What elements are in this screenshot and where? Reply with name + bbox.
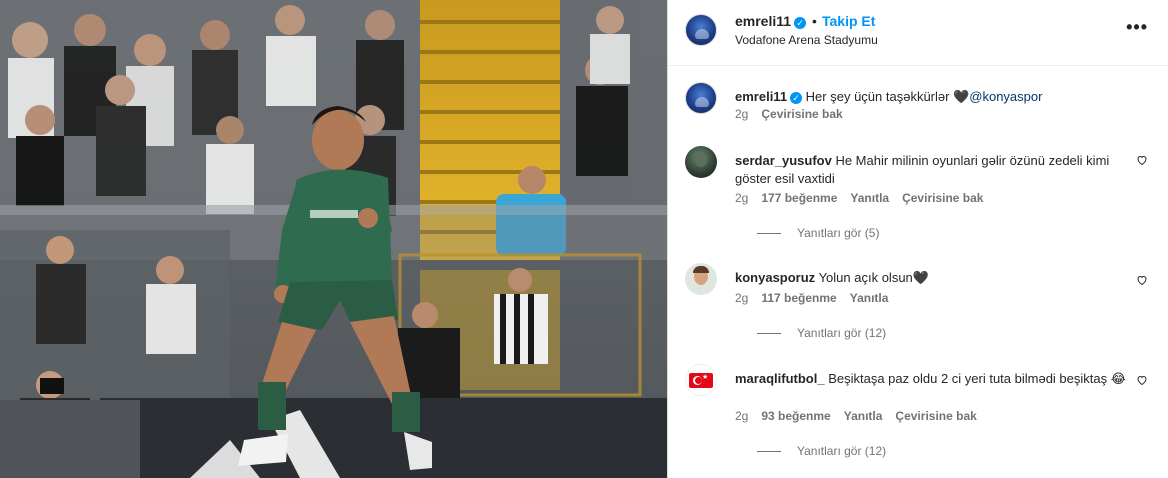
star-icon: ★: [702, 374, 709, 381]
replies-line: [757, 333, 781, 335]
comment-meta: 2g 93 beğenme Yanıtla Çevirisine bak: [735, 409, 990, 423]
commenter-avatar[interactable]: [685, 263, 717, 295]
comment-text: konyasporuz Yolun açık olsun🖤: [735, 269, 1145, 287]
caption-text: emreli11 ✓ Her şey üçün taşəkkürlər 🖤@kon…: [735, 88, 1145, 106]
commenter-username[interactable]: konyasporuz: [735, 270, 815, 285]
view-replies-label: Yanıtları gör (5): [797, 226, 880, 240]
turkey-flag-icon: [689, 373, 713, 388]
heart-icon[interactable]: [1136, 154, 1148, 166]
caption-meta: 2g Çevirisine bak: [735, 107, 856, 121]
reply-button[interactable]: Yanıtla: [850, 191, 889, 205]
reply-button[interactable]: Yanıtla: [850, 291, 889, 305]
caption-username[interactable]: emreli11 ✓: [735, 89, 803, 104]
commenter-username[interactable]: maraqlifutbol_: [735, 371, 825, 386]
view-replies-button[interactable]: Yanıtları gör (12): [757, 326, 886, 340]
post-details-panel: emreli11 ✓ • Takip Et Vodafone Arena Stad…: [667, 0, 1168, 478]
view-replies-label: Yanıtları gör (12): [797, 444, 887, 458]
author-avatar[interactable]: [685, 14, 717, 46]
translate-button[interactable]: Çevirisine bak: [895, 409, 976, 423]
post-caption: emreli11 ✓ Her şey üçün taşəkkürlər 🖤@kon…: [685, 82, 1156, 132]
comment-time: 2g: [735, 291, 749, 305]
comment-meta: 2g 177 beğenme Yanıtla Çevirisine bak: [735, 191, 996, 205]
commenter-username[interactable]: serdar_yusufov: [735, 153, 832, 168]
commenter-avatar[interactable]: ★: [685, 364, 717, 396]
post-image[interactable]: [0, 0, 667, 478]
heart-icon[interactable]: [1136, 374, 1148, 386]
comment-item: konyasporuz Yolun açık olsun🖤 2g 117 beğe…: [685, 263, 1156, 343]
comment-text: maraqlifutbol_ Beşiktaşa paz oldu 2 ci y…: [735, 370, 1145, 388]
comment-body: Yolun açık olsun🖤: [818, 270, 929, 285]
more-options-icon[interactable]: •••: [1126, 18, 1148, 36]
caption-body: Her şey üçün taşəkkürlər 🖤: [805, 89, 970, 104]
post-header: emreli11 ✓ • Takip Et Vodafone Arena Stad…: [668, 0, 1168, 66]
comment-time: 2g: [735, 191, 749, 205]
comment-likes[interactable]: 177 beğenme: [761, 191, 837, 205]
comment-likes[interactable]: 117 beğenme: [761, 291, 836, 305]
replies-line: [757, 233, 781, 235]
heart-icon[interactable]: [1136, 274, 1148, 286]
translate-button[interactable]: Çevirisine bak: [902, 191, 983, 205]
verified-badge-icon: ✓: [790, 92, 803, 104]
verified-badge-icon: ✓: [794, 17, 807, 29]
caption-translate-button[interactable]: Çevirisine bak: [761, 107, 842, 121]
separator-dot: •: [812, 13, 817, 29]
caption-time: 2g: [735, 107, 749, 121]
view-replies-button[interactable]: Yanıtları gör (12): [757, 444, 886, 458]
author-username[interactable]: emreli11 ✓: [735, 13, 807, 29]
comment-item: ★ maraqlifutbol_ Beşiktaşa paz oldu 2 ci…: [685, 364, 1156, 464]
reply-button[interactable]: Yanıtla: [844, 409, 883, 423]
caption-mention[interactable]: @konyaspor: [969, 89, 1042, 104]
follow-button[interactable]: Takip Et: [822, 13, 875, 29]
commenter-avatar[interactable]: [685, 146, 717, 178]
post-photo: [0, 0, 667, 478]
comment-meta: 2g 117 beğenme Yanıtla: [735, 291, 901, 305]
view-replies-label: Yanıtları gör (12): [797, 326, 887, 340]
comment-text: serdar_yusufov He Mahir milinin oyunlari…: [735, 152, 1145, 188]
comment-item: serdar_yusufov He Mahir milinin oyunlari…: [685, 146, 1156, 246]
caption-author-avatar[interactable]: [685, 82, 717, 114]
comment-time: 2g: [735, 409, 749, 423]
replies-line: [757, 451, 781, 453]
comment-likes[interactable]: 93 beğenme: [761, 409, 830, 423]
post-location[interactable]: Vodafone Arena Stadyumu: [735, 33, 878, 47]
view-replies-button[interactable]: Yanıtları gör (5): [757, 226, 879, 240]
comment-body: Beşiktaşa paz oldu 2 ci yeri tuta bilməd…: [828, 371, 1126, 386]
